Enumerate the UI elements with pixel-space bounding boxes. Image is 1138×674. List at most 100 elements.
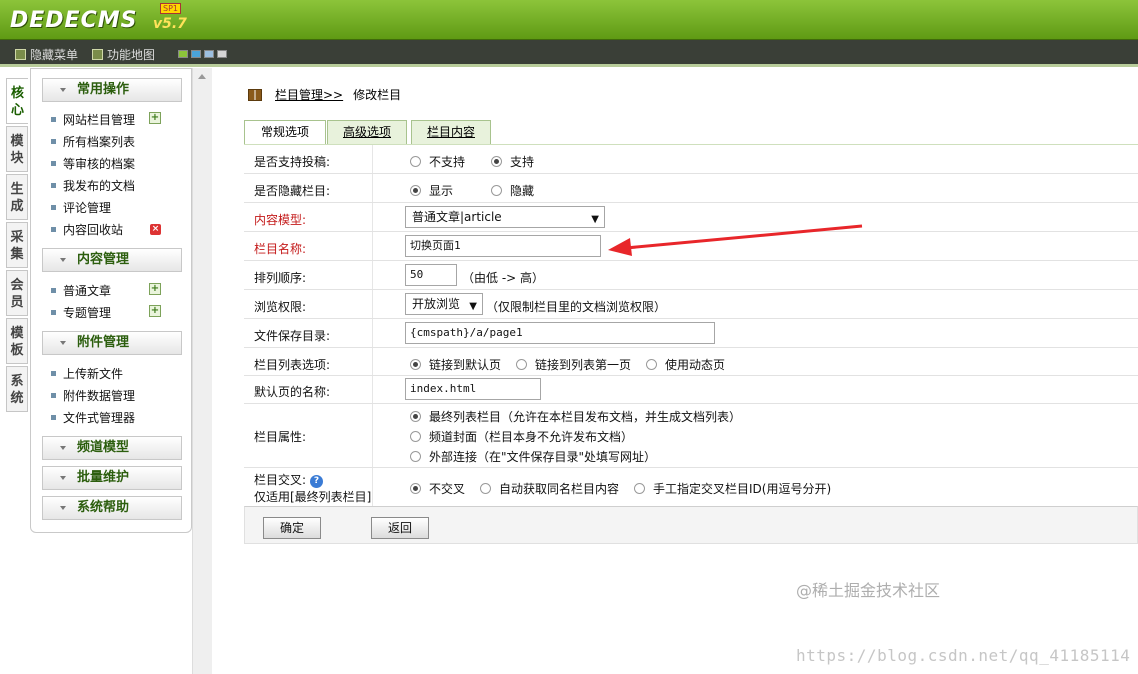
breadcrumb: 栏目管理>> 修改栏目 (248, 86, 401, 103)
vtab-template[interactable]: 模板 (6, 318, 28, 364)
access-select[interactable]: 开放浏览 ▼ (405, 293, 483, 315)
allow-post-no[interactable]: 不支持 (410, 153, 465, 170)
attr-channel-cover[interactable]: 频道封面（栏目本身不允许发布文档） (410, 428, 633, 445)
breadcrumb-parent-link[interactable]: 栏目管理>> (275, 86, 343, 103)
sidebar-scrollbar[interactable] (192, 68, 212, 674)
tab-content[interactable]: 栏目内容 (411, 120, 491, 144)
order-input[interactable]: 50 (405, 264, 457, 286)
menu-item-pending-archives[interactable]: 等审核的档案 (51, 155, 135, 172)
cross-manual[interactable]: 手工指定交叉栏目ID(用逗号分开) (634, 480, 831, 497)
allow-post-yes[interactable]: 支持 (491, 153, 534, 170)
name-label: 栏目名称: (254, 242, 307, 256)
ok-button[interactable]: 确定 (263, 517, 321, 539)
radio-unchecked[interactable] (491, 185, 502, 196)
bullet-icon (51, 161, 56, 166)
toolbar: 隐藏菜单 功能地图 (0, 40, 1138, 67)
list-opt-first[interactable]: 链接到列表第一页 (516, 356, 631, 373)
radio-checked[interactable] (491, 156, 502, 167)
vtab-collect[interactable]: 采集 (6, 222, 28, 268)
help-icon[interactable]: ? (310, 475, 324, 488)
order-hint: （由低 -> 高） (462, 271, 545, 285)
section-attachment[interactable]: 附件管理 (42, 331, 182, 355)
vtab-system[interactable]: 系统 (6, 366, 28, 412)
bullet-icon (51, 205, 56, 210)
menu-item-article[interactable]: 普通文章 (51, 282, 111, 299)
menu-item-comments[interactable]: 评论管理 (51, 199, 111, 216)
radio-unchecked[interactable] (646, 359, 657, 370)
radio-unchecked[interactable] (634, 483, 645, 494)
list-option-label: 栏目列表选项: (254, 358, 331, 372)
menu-item-recycle-bin[interactable]: 内容回收站 (51, 221, 123, 238)
menu-item-category-manage[interactable]: 网站栏目管理 (51, 111, 135, 128)
attr-final-list[interactable]: 最终列表栏目（允许在本栏目发布文档，并生成文档列表） (410, 408, 741, 425)
vtab-core[interactable]: 核心 (6, 78, 28, 124)
category-form: 是否支持投稿: 不支持 支持 是否隐藏栏目: 显示 隐藏 内容模型: 普通文章|… (244, 144, 1138, 507)
menu-item-file-manager[interactable]: 文件式管理器 (51, 409, 135, 426)
radio-checked[interactable] (410, 411, 421, 422)
menu-item-attachment-data[interactable]: 附件数据管理 (51, 387, 135, 404)
category-name-input[interactable]: 切换页面1 (405, 235, 601, 257)
site-map-button[interactable]: 功能地图 (92, 46, 155, 63)
hidden-hide[interactable]: 隐藏 (491, 182, 534, 199)
theme-swatch-blue[interactable] (191, 50, 201, 58)
radio-unchecked[interactable] (516, 359, 527, 370)
add-article-icon[interactable]: + (149, 283, 161, 295)
vtab-module[interactable]: 模块 (6, 126, 28, 172)
chevron-down-icon (60, 258, 66, 262)
add-topic-icon[interactable]: + (149, 305, 161, 317)
theme-swatch-lightblue[interactable] (204, 50, 214, 58)
cross-sublabel: 仅适用[最终列表栏目] (254, 490, 372, 504)
recycle-clear-icon[interactable]: × (150, 224, 161, 235)
bullet-icon (51, 310, 56, 315)
scroll-up-icon[interactable] (198, 74, 206, 79)
menu-item-my-docs[interactable]: 我发布的文档 (51, 177, 135, 194)
bullet-icon (51, 227, 56, 232)
row-cross: 栏目交叉:? 仅适用[最终列表栏目] 不交叉 自动获取同名栏目内容 手工指定交叉… (244, 468, 1138, 507)
attr-external-link[interactable]: 外部连接（在"文件保存目录"处填写网址） (410, 448, 656, 465)
tab-general[interactable]: 常规选项 (244, 120, 326, 145)
bullet-icon (51, 371, 56, 376)
radio-unchecked[interactable] (410, 431, 421, 442)
model-select[interactable]: 普通文章|article ▼ (405, 206, 605, 228)
list-opt-dynamic[interactable]: 使用动态页 (646, 356, 725, 373)
cross-auto[interactable]: 自动获取同名栏目内容 (480, 480, 619, 497)
tab-advanced[interactable]: 高级选项 (327, 120, 407, 144)
radio-unchecked[interactable] (410, 451, 421, 462)
vtab-member[interactable]: 会员 (6, 270, 28, 316)
radio-checked[interactable] (410, 483, 421, 494)
bullet-icon (51, 415, 56, 420)
section-channel-model[interactable]: 频道模型 (42, 436, 182, 460)
chevron-down-icon (60, 506, 66, 510)
vtab-generate[interactable]: 生成 (6, 174, 28, 220)
back-button[interactable]: 返回 (371, 517, 429, 539)
default-page-input[interactable]: index.html (405, 378, 541, 400)
access-hint: （仅限制栏目里的文档浏览权限） (486, 300, 667, 314)
dir-input[interactable]: {cmspath}/a/page1 (405, 322, 715, 344)
theme-swatch-green[interactable] (178, 50, 188, 58)
menu-item-upload[interactable]: 上传新文件 (51, 365, 123, 382)
hide-menu-button[interactable]: 隐藏菜单 (15, 46, 78, 63)
menu-item-topic[interactable]: 专题管理 (51, 304, 111, 321)
allow-post-label: 是否支持投稿: (254, 155, 331, 169)
list-opt-default[interactable]: 链接到默认页 (410, 356, 501, 373)
radio-checked[interactable] (410, 359, 421, 370)
section-batch[interactable]: 批量维护 (42, 466, 182, 490)
breadcrumb-current: 修改栏目 (353, 88, 402, 102)
radio-checked[interactable] (410, 185, 421, 196)
top-header: DEDECMS SP1 v5.7 (0, 0, 1138, 40)
hidden-show[interactable]: 显示 (410, 182, 453, 199)
bullet-icon (51, 117, 56, 122)
section-content[interactable]: 内容管理 (42, 248, 182, 272)
menu-item-all-archives[interactable]: 所有档案列表 (51, 133, 135, 150)
add-category-icon[interactable]: + (149, 112, 161, 124)
module-tabs: 核心 模块 生成 采集 会员 模板 系统 (6, 78, 30, 414)
section-help[interactable]: 系统帮助 (42, 496, 182, 520)
theme-swatch-gray[interactable] (217, 50, 227, 58)
section-common[interactable]: 常用操作 (42, 78, 182, 102)
row-attributes: 栏目属性: 最终列表栏目（允许在本栏目发布文档，并生成文档列表） 频道封面（栏目… (244, 404, 1138, 468)
cross-none[interactable]: 不交叉 (410, 480, 465, 497)
chevron-down-icon (60, 341, 66, 345)
radio-unchecked[interactable] (480, 483, 491, 494)
row-dir: 文件保存目录: {cmspath}/a/page1 (244, 319, 1138, 348)
radio-unchecked[interactable] (410, 156, 421, 167)
